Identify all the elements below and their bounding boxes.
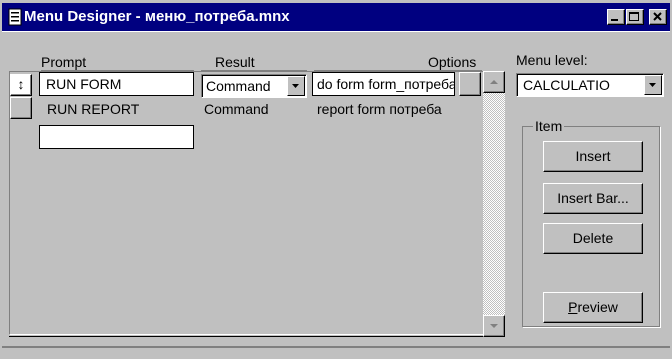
title-bar[interactable]: Menu Designer - меню_потреба.mnx xyxy=(2,3,670,31)
menu-designer-icon xyxy=(8,8,22,26)
result-cell[interactable]: Command xyxy=(204,99,269,119)
chevron-down-icon xyxy=(649,83,656,87)
insert-button[interactable]: Insert xyxy=(543,141,643,172)
new-prompt-field[interactable] xyxy=(39,125,194,149)
options-button[interactable] xyxy=(459,72,481,96)
result-dropdown[interactable]: Command xyxy=(201,74,307,98)
command-field[interactable]: do form form_потреба xyxy=(312,72,455,96)
close-button[interactable] xyxy=(649,9,667,25)
menu-level-value: CALCULATIO xyxy=(523,77,610,93)
row-mover-handle[interactable] xyxy=(10,97,32,119)
menu-level-dropdown[interactable]: CALCULATIO xyxy=(516,73,664,97)
item-group-label: Item xyxy=(533,118,565,134)
maximize-button[interactable] xyxy=(626,9,644,25)
column-header-prompt: Prompt xyxy=(41,54,87,70)
menu-level-label: Menu level: xyxy=(516,52,588,68)
menu-level-dropdown-button[interactable] xyxy=(644,75,662,95)
vertical-scrollbar[interactable] xyxy=(483,71,505,337)
row-mover-handle[interactable]: ↕ xyxy=(10,74,32,96)
minimize-icon xyxy=(611,19,618,21)
column-header-result: Result xyxy=(215,54,255,70)
list-border xyxy=(9,336,484,337)
insert-bar-button[interactable]: Insert Bar... xyxy=(543,183,643,214)
scroll-up-button[interactable] xyxy=(483,71,505,93)
scroll-down-button[interactable] xyxy=(483,315,505,337)
command-cell[interactable]: report form потреба xyxy=(317,99,442,119)
window-bottom-edge xyxy=(2,346,670,348)
minimize-button[interactable] xyxy=(607,9,625,25)
result-dropdown-button[interactable] xyxy=(287,76,305,96)
arrow-down-icon xyxy=(490,324,498,328)
preview-label: review xyxy=(577,299,618,315)
column-header-options: Options xyxy=(428,54,477,70)
prompt-cell[interactable]: RUN REPORT xyxy=(47,99,139,119)
delete-button[interactable]: Delete xyxy=(543,223,643,254)
move-updown-icon: ↕ xyxy=(17,76,25,92)
close-icon xyxy=(653,12,662,21)
prompt-field[interactable]: RUN FORM xyxy=(39,72,194,96)
maximize-icon xyxy=(629,12,639,21)
result-dropdown-value: Command xyxy=(206,78,271,94)
chevron-down-icon xyxy=(292,84,299,88)
frame-edge xyxy=(2,31,670,32)
window-title: Menu Designer - меню_потреба.mnx xyxy=(24,8,290,25)
preview-button[interactable]: Preview xyxy=(543,292,643,323)
arrow-up-icon xyxy=(490,80,498,84)
